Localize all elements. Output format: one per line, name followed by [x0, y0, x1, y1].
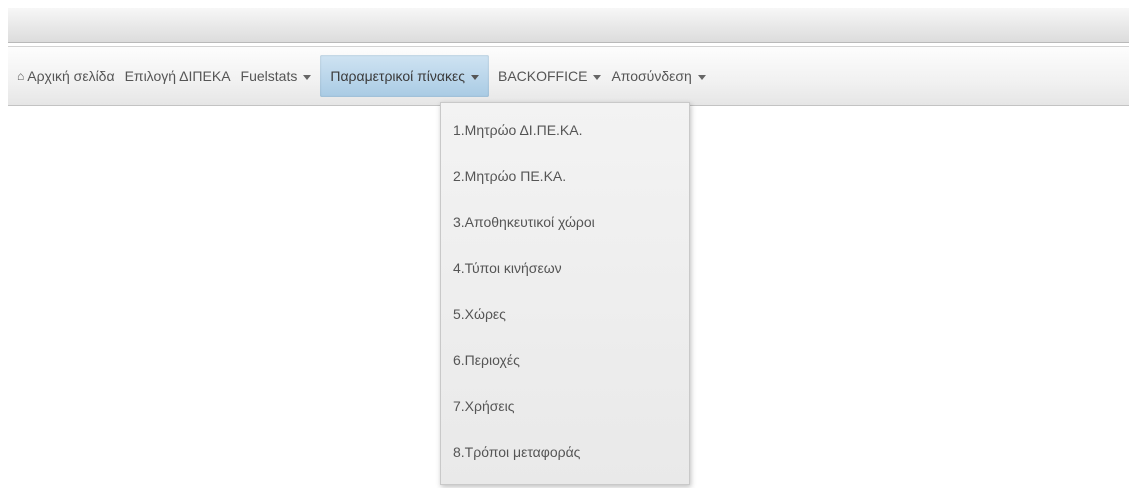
- page: ⌂ Αρχική σελίδα Επιλογή ΔΙΠΕΚΑ Fuelstats…: [0, 0, 1129, 488]
- dropdown-item-regions[interactable]: 6.Περιοχές: [441, 337, 689, 383]
- nav-parametric-tables-label: Παραμετρικοί πίνακες: [330, 68, 465, 84]
- dropdown-item-countries[interactable]: 5.Χώρες: [441, 291, 689, 337]
- nav-backoffice-label: BACKOFFICE: [497, 68, 588, 84]
- chevron-down-icon: [593, 74, 602, 80]
- dropdown-item-peka-registry[interactable]: 2.Μητρώο ΠΕ.ΚΑ.: [441, 153, 689, 199]
- dropdown-item-transport-modes[interactable]: 8.Τρόποι μεταφοράς: [441, 429, 689, 475]
- nav-items: ⌂ Αρχική σελίδα Επιλογή ΔΙΠΕΚΑ Fuelstats…: [8, 47, 711, 105]
- home-icon: ⌂: [17, 69, 25, 83]
- nav-fuelstats-label: Fuelstats: [240, 68, 298, 84]
- dropdown-item-storage-areas[interactable]: 3.Αποθηκευτικοί χώροι: [441, 199, 689, 245]
- nav-fuelstats[interactable]: Fuelstats: [236, 54, 317, 98]
- nav-home[interactable]: ⌂ Αρχική σελίδα: [12, 54, 120, 98]
- nav-select-dipeka-label: Επιλογή ΔΙΠΕΚΑ: [124, 68, 231, 84]
- nav-logout[interactable]: Αποσύνδεση: [606, 54, 710, 98]
- dropdown-item-uses[interactable]: 7.Χρήσεις: [441, 383, 689, 429]
- chevron-down-icon: [303, 74, 312, 80]
- parametric-tables-dropdown: 1.Μητρώο ΔΙ.ΠΕ.ΚΑ. 2.Μητρώο ΠΕ.ΚΑ. 3.Απο…: [440, 102, 690, 485]
- nav-home-label: Αρχική σελίδα: [27, 68, 115, 84]
- main-navbar: ⌂ Αρχική σελίδα Επιλογή ΔΙΠΕΚΑ Fuelstats…: [8, 46, 1129, 106]
- dropdown-item-dipeka-registry[interactable]: 1.Μητρώο ΔΙ.ΠΕ.ΚΑ.: [441, 107, 689, 153]
- dropdown-item-movement-types[interactable]: 4.Τύποι κινήσεων: [441, 245, 689, 291]
- chevron-down-icon: [470, 74, 479, 80]
- nav-backoffice[interactable]: BACKOFFICE: [493, 54, 606, 98]
- top-bar: [8, 8, 1129, 43]
- nav-select-dipeka[interactable]: Επιλογή ΔΙΠΕΚΑ: [120, 54, 236, 98]
- chevron-down-icon: [697, 74, 706, 80]
- nav-logout-label: Αποσύνδεση: [611, 68, 692, 84]
- nav-parametric-tables[interactable]: Παραμετρικοί πίνακες: [320, 55, 489, 97]
